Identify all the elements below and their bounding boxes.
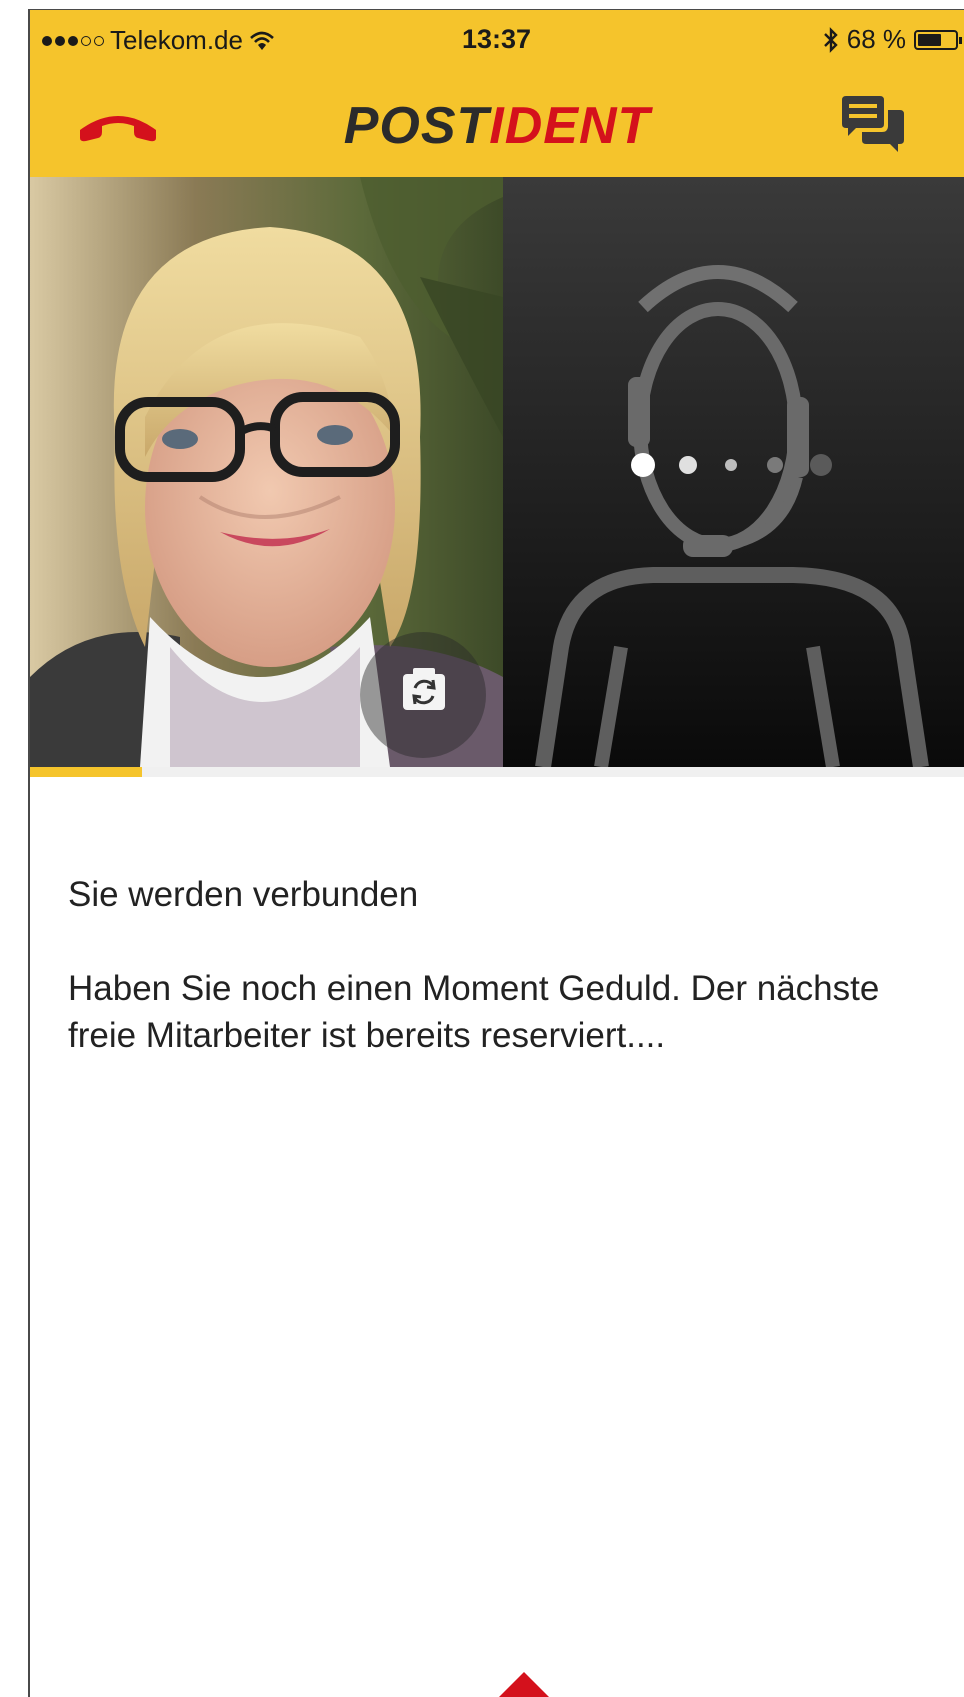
carrier-name: Telekom.de <box>110 25 243 55</box>
connecting-dot <box>725 459 737 471</box>
signal-dot <box>81 35 91 46</box>
chevron-up-icon[interactable] <box>488 1668 560 1697</box>
battery-icon <box>914 29 962 50</box>
battery-percent: 68 % <box>846 24 906 54</box>
phone-screen: Telekom.de 13:37 68 % POSTIDENT Sie werd… <box>30 10 964 1697</box>
connecting-dot <box>810 454 832 476</box>
signal-dot <box>94 35 104 46</box>
battery-level <box>918 33 942 46</box>
connecting-indicator <box>631 453 832 477</box>
connecting-dot <box>767 457 783 473</box>
connection-progress-bar <box>30 767 964 777</box>
switch-camera-button[interactable] <box>360 632 486 758</box>
brand-post: POST <box>343 97 490 155</box>
chat-icon[interactable] <box>840 96 904 156</box>
signal-dot <box>42 35 52 46</box>
app-header: POSTIDENT <box>30 68 964 168</box>
status-message-title: Sie werden verbunden <box>68 875 419 914</box>
bluetooth-icon <box>823 26 838 53</box>
signal-dot <box>55 35 65 46</box>
battery-tip <box>959 36 962 44</box>
video-call-area <box>30 177 964 767</box>
status-bar-left: Telekom.de <box>42 25 275 56</box>
agent-video-view <box>503 177 964 767</box>
outer-margin-left <box>0 0 30 1697</box>
wifi-icon <box>250 31 274 50</box>
connection-progress-fill <box>30 767 143 777</box>
status-time: 13:37 <box>462 24 532 54</box>
signal-icon <box>42 35 104 46</box>
status-bar: Telekom.de 13:37 68 % <box>30 10 964 60</box>
connecting-dot <box>679 456 697 474</box>
self-camera-view <box>30 177 503 767</box>
brand-ident: IDENT <box>489 97 651 155</box>
app-title: POSTIDENT <box>30 96 964 156</box>
camera-switch-icon <box>403 668 445 710</box>
signal-dot <box>68 35 78 46</box>
status-bar-right: 68 % <box>823 24 962 55</box>
status-message-body: Haben Sie noch einen Moment Geduld. Der … <box>68 969 880 1055</box>
connecting-dot <box>631 453 655 477</box>
